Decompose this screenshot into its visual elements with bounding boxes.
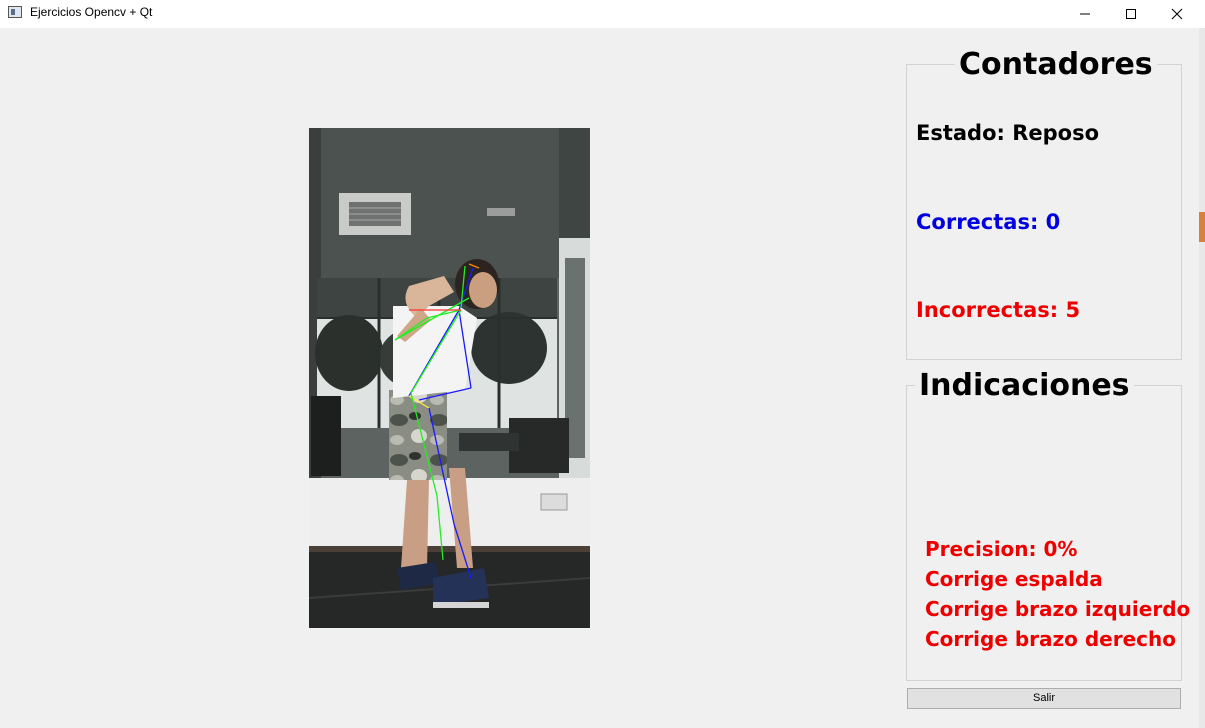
state-label: Estado: Reposo [916,121,1100,145]
minimize-icon [1080,13,1090,15]
indications-group: Indicaciones Precision: 0% Corrige espal… [906,369,1190,681]
precision-label: Precision: 0% [925,537,1078,561]
window-title: Ejercicios Opencv + Qt [30,5,153,19]
close-button[interactable] [1154,0,1200,28]
feedback-left-arm: Corrige brazo izquierdo [925,597,1191,621]
title-bar[interactable]: Ejercicios Opencv + Qt [0,0,1205,28]
app-icon [8,6,22,18]
background-window-edge [1199,28,1205,728]
pose-image [309,128,590,628]
background-window-accent [1199,212,1205,242]
feedback-right-arm: Corrige brazo derecho [925,627,1177,651]
feedback-back: Corrige espalda [925,567,1103,591]
maximize-icon [1126,9,1136,19]
counters-title: Contadores [955,48,1157,82]
minimize-button[interactable] [1062,0,1108,28]
close-icon [1171,8,1183,20]
counters-group: Contadores Estado: Reposo Correctas: 0 I… [906,48,1182,360]
indications-title: Indicaciones [915,369,1134,403]
exit-button[interactable]: Salir [907,688,1181,709]
maximize-button[interactable] [1108,0,1154,28]
incorrect-count-label: Incorrectas: 5 [916,298,1081,322]
camera-feed [309,128,590,628]
correct-count-label: Correctas: 0 [916,210,1061,234]
